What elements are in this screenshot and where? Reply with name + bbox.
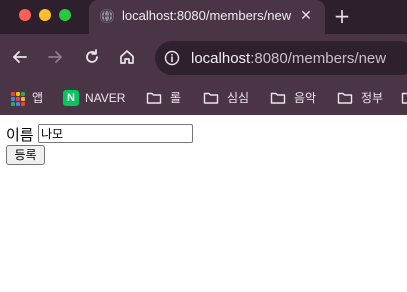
close-tab-icon[interactable]: ✕: [298, 7, 314, 25]
bookmark-label: 심심: [227, 91, 250, 105]
back-arrow-icon[interactable]: [10, 47, 30, 67]
site-info-icon[interactable]: [164, 50, 180, 66]
url-host: localhost: [191, 50, 251, 67]
name-label: 이름: [6, 126, 34, 144]
bookmark-folder-gov[interactable]: 정부: [337, 89, 387, 107]
bookmark-label: NAVER: [85, 91, 126, 105]
bookmark-folder-partial[interactable]: [401, 89, 407, 107]
bookmark-label: 앱: [32, 91, 44, 105]
bookmark-folder-music[interactable]: 음악: [270, 89, 320, 107]
active-tab[interactable]: localhost:8080/members/new ✕: [89, 0, 325, 34]
close-window-button[interactable]: [19, 9, 31, 21]
apps-grid-icon: [11, 92, 27, 108]
reload-icon[interactable]: [82, 47, 102, 67]
url-text: localhost:8080/members/new: [191, 50, 386, 67]
address-bar[interactable]: localhost:8080/members/new: [155, 41, 407, 75]
bookmark-folder-lol[interactable]: 롤: [146, 89, 186, 107]
globe-icon: [100, 9, 114, 23]
maximize-window-button[interactable]: [59, 9, 71, 21]
folder-icon: [270, 90, 286, 106]
folder-icon: [203, 90, 219, 106]
folder-icon: [337, 90, 353, 106]
url-path: :8080/members/new: [250, 50, 387, 67]
bookmark-naver[interactable]: N NAVER: [63, 89, 129, 107]
register-button[interactable]: 등록: [6, 145, 45, 165]
tab-title: localhost:8080/members/new: [122, 8, 292, 23]
bookmark-folder-simsim[interactable]: 심심: [203, 89, 253, 107]
bookmark-label: 음악: [294, 91, 317, 105]
bookmark-label: 롤: [170, 91, 182, 105]
bookmark-apps[interactable]: 앱: [11, 89, 47, 107]
name-input[interactable]: [38, 124, 193, 143]
bookmark-label: 정부: [361, 91, 384, 105]
bookmarks-bar: 앱 N NAVER 롤 심심 음악 정부: [0, 81, 407, 115]
page-content: 이름 등록: [0, 115, 407, 292]
folder-icon: [146, 90, 162, 106]
new-tab-icon[interactable]: +: [332, 5, 352, 27]
tab-strip: localhost:8080/members/new ✕ +: [0, 0, 407, 34]
naver-icon: N: [63, 90, 79, 106]
folder-icon: [401, 90, 407, 106]
browser-toolbar: localhost:8080/members/new: [0, 34, 407, 81]
forward-arrow-icon[interactable]: [45, 47, 65, 67]
home-icon[interactable]: [117, 47, 137, 67]
minimize-window-button[interactable]: [39, 9, 51, 21]
